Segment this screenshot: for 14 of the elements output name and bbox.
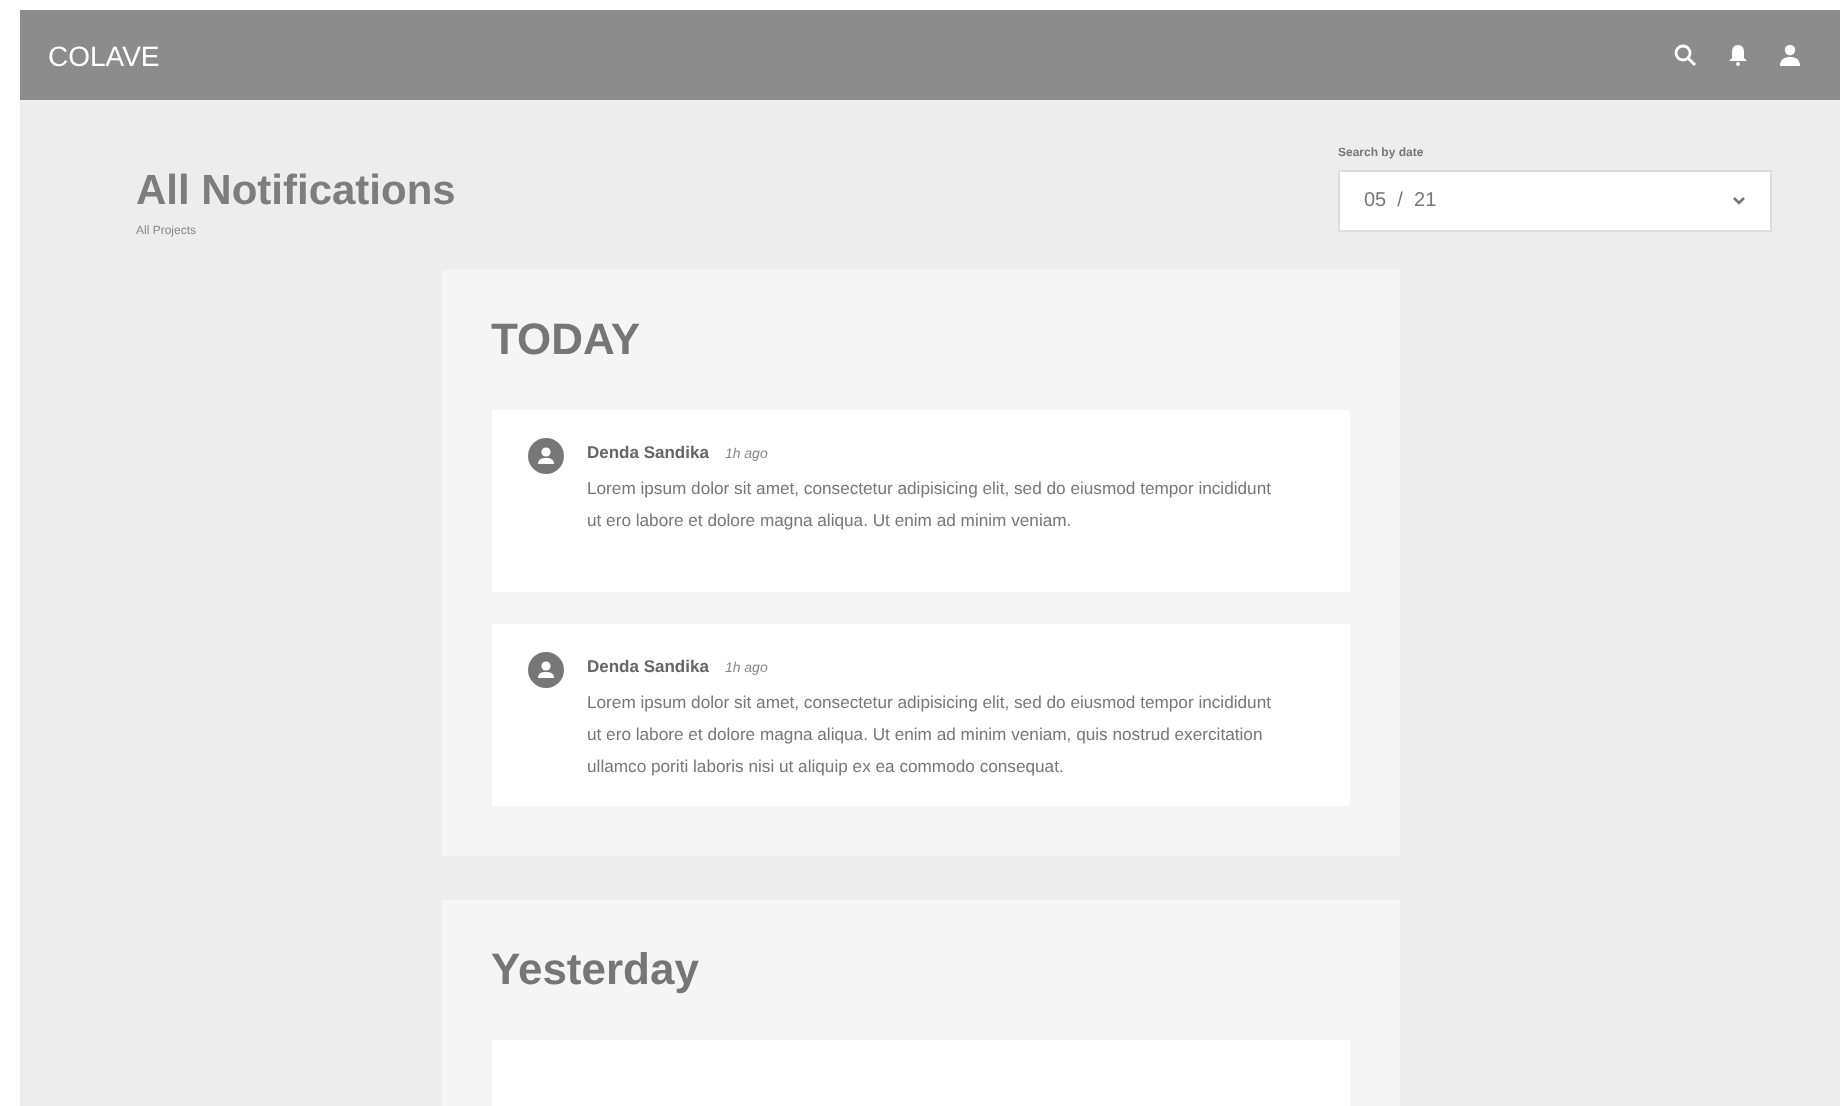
notification-bell-icon[interactable] — [1728, 44, 1748, 66]
page-title: All Notifications — [136, 168, 456, 216]
author-name: Denda Sandika — [587, 656, 709, 676]
user-icon[interactable] — [1780, 44, 1800, 66]
avatar-icon — [527, 438, 563, 474]
avatar-icon — [527, 652, 563, 688]
notification-text: Lorem ipsum dolor sit amet, consectetur adipisicing elit, sed do eiusmod tempor incididunt ut ero labore et dolore magna aliqua. Ut enim ad minim veniam, quis nostrud exercitation ullamco poriti laboris nisi ut aliquip ex ea commodo consequat. — [587, 690, 1274, 780]
author-name: Denda Sandika — [587, 442, 709, 462]
notification-text: Lorem ipsum dolor sit amet, consectetur adipisicing elit, sed do eiusmod tempor incididunt ut ero labore et dolore magna aliqua. Ut enim ad minim veniam. — [587, 476, 1274, 534]
date-dropdown[interactable]: 05 / 21 — [1338, 170, 1772, 232]
chevron-down-icon — [1732, 196, 1746, 206]
section-title: Yesterday — [491, 944, 701, 996]
search-icon[interactable] — [1674, 44, 1696, 66]
section-title: TODAY — [491, 314, 643, 366]
